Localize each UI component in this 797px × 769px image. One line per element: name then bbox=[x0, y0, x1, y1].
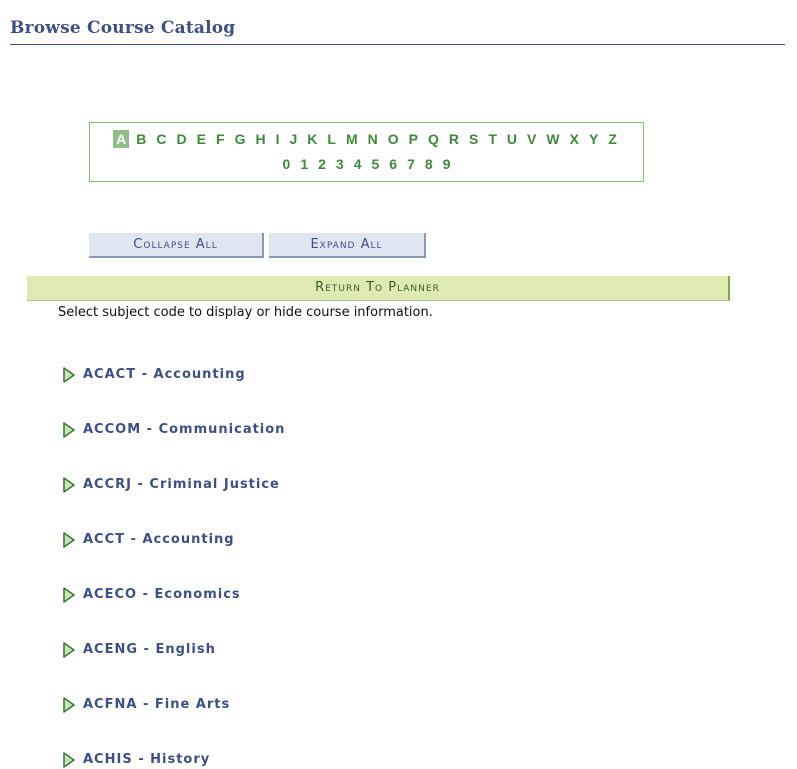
list-item[interactable]: ACCOM - Communication bbox=[62, 421, 285, 476]
subject-link[interactable]: ACENG - English bbox=[83, 641, 216, 659]
alphabet-link-p[interactable]: P bbox=[406, 130, 421, 148]
alphabet-link-d[interactable]: D bbox=[174, 130, 190, 148]
triangle-right-icon[interactable] bbox=[62, 477, 76, 493]
alphabet-link-j[interactable]: J bbox=[286, 130, 300, 148]
subject-link[interactable]: ACACT - Accounting bbox=[83, 366, 246, 384]
alphabet-link-v[interactable]: V bbox=[524, 130, 539, 148]
alphabet-link-k[interactable]: K bbox=[304, 130, 320, 148]
list-item[interactable]: ACHIS - History bbox=[62, 751, 285, 769]
alphabet-link-m[interactable]: M bbox=[343, 130, 361, 148]
title-divider bbox=[10, 44, 785, 45]
alphabet-link-h[interactable]: H bbox=[252, 130, 268, 148]
alphabet-link-b[interactable]: B bbox=[133, 130, 149, 148]
list-item[interactable]: ACENG - English bbox=[62, 641, 285, 696]
alphabet-link-4[interactable]: 4 bbox=[351, 155, 365, 173]
alphabet-link-f[interactable]: F bbox=[213, 130, 228, 148]
alphabet-link-i[interactable]: I bbox=[273, 130, 283, 148]
alphabet-link-w[interactable]: W bbox=[543, 130, 562, 148]
alphabet-link-o[interactable]: O bbox=[385, 130, 402, 148]
alphabet-link-a[interactable]: A bbox=[113, 130, 130, 148]
alphabet-link-0[interactable]: 0 bbox=[280, 155, 294, 173]
triangle-right-icon[interactable] bbox=[62, 587, 76, 603]
alphabet-index: ABCDEFGHIJKLMNOPQRSTUVWXYZ 0123456789 bbox=[89, 122, 644, 182]
subject-link[interactable]: ACFNA - Fine Arts bbox=[83, 696, 230, 714]
subject-link[interactable]: ACHIS - History bbox=[83, 751, 210, 769]
list-item[interactable]: ACCRJ - Criminal Justice bbox=[62, 476, 285, 531]
alphabet-link-s[interactable]: S bbox=[466, 130, 481, 148]
list-item[interactable]: ACFNA - Fine Arts bbox=[62, 696, 285, 751]
alphabet-link-3[interactable]: 3 bbox=[333, 155, 347, 173]
triangle-right-icon[interactable] bbox=[62, 697, 76, 713]
alphabet-link-6[interactable]: 6 bbox=[386, 155, 400, 173]
triangle-right-icon[interactable] bbox=[62, 752, 76, 768]
alphabet-link-r[interactable]: R bbox=[446, 130, 462, 148]
expand-all-button[interactable]: Expand All bbox=[269, 233, 426, 258]
alphabet-link-e[interactable]: E bbox=[194, 130, 209, 148]
alphabet-link-l[interactable]: L bbox=[324, 130, 339, 148]
subject-link[interactable]: ACCOM - Communication bbox=[83, 421, 285, 439]
alphabet-link-8[interactable]: 8 bbox=[422, 155, 436, 173]
page-title: Browse Course Catalog bbox=[10, 18, 236, 38]
alphabet-link-c[interactable]: C bbox=[153, 130, 169, 148]
alphabet-link-x[interactable]: X bbox=[567, 130, 582, 148]
collapse-all-button[interactable]: Collapse All bbox=[89, 233, 264, 258]
alphabet-link-y[interactable]: Y bbox=[586, 130, 601, 148]
list-item[interactable]: ACECO - Economics bbox=[62, 586, 285, 641]
subject-link[interactable]: ACCT - Accounting bbox=[83, 531, 235, 549]
subject-link[interactable]: ACECO - Economics bbox=[83, 586, 241, 604]
alphabet-link-7[interactable]: 7 bbox=[404, 155, 418, 173]
instruction-text: Select subject code to display or hide c… bbox=[58, 305, 433, 320]
subject-link[interactable]: ACCRJ - Criminal Justice bbox=[83, 476, 280, 494]
alphabet-link-5[interactable]: 5 bbox=[369, 155, 383, 173]
alphabet-link-2[interactable]: 2 bbox=[315, 155, 329, 173]
list-item[interactable]: ACACT - Accounting bbox=[62, 366, 285, 421]
alphabet-link-n[interactable]: N bbox=[365, 130, 381, 148]
triangle-right-icon[interactable] bbox=[62, 367, 76, 383]
return-to-planner-button[interactable]: Return To Planner bbox=[27, 276, 730, 301]
triangle-right-icon[interactable] bbox=[62, 422, 76, 438]
alphabet-link-q[interactable]: Q bbox=[425, 130, 442, 148]
triangle-right-icon[interactable] bbox=[62, 642, 76, 658]
subject-list: ACACT - Accounting ACCOM - Communication A… bbox=[62, 366, 285, 769]
alphabet-letters-row: ABCDEFGHIJKLMNOPQRSTUVWXYZ bbox=[90, 130, 643, 148]
alphabet-link-1[interactable]: 1 bbox=[297, 155, 311, 173]
triangle-right-icon[interactable] bbox=[62, 532, 76, 548]
alphabet-link-t[interactable]: T bbox=[485, 130, 500, 148]
alphabet-link-z[interactable]: Z bbox=[605, 130, 620, 148]
list-item[interactable]: ACCT - Accounting bbox=[62, 531, 285, 586]
alphabet-link-u[interactable]: U bbox=[504, 130, 520, 148]
alphabet-link-g[interactable]: G bbox=[232, 130, 249, 148]
alphabet-digits-row: 0123456789 bbox=[90, 155, 643, 173]
alphabet-link-9[interactable]: 9 bbox=[440, 155, 454, 173]
